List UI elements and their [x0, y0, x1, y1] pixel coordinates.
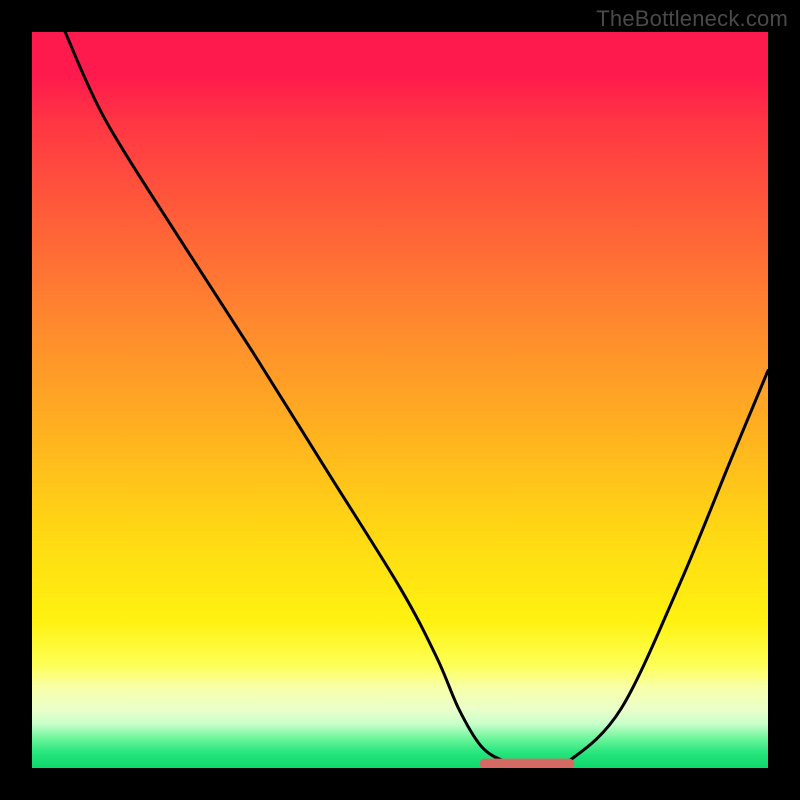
plot-area — [32, 32, 768, 768]
watermark-text: TheBottleneck.com — [596, 6, 788, 32]
bottleneck-curve-path — [65, 32, 768, 766]
chart-frame: TheBottleneck.com — [0, 0, 800, 800]
bottleneck-curve-svg — [32, 32, 768, 768]
